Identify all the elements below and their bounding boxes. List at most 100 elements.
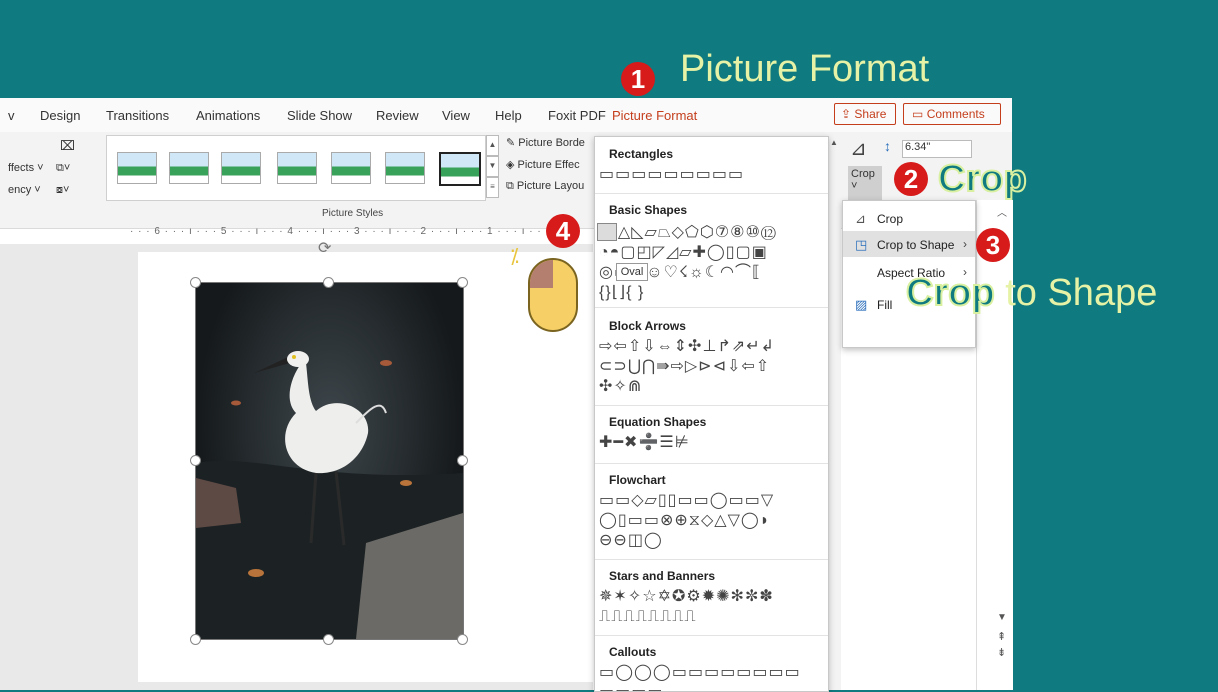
share-label: Share xyxy=(854,107,887,121)
separator xyxy=(595,635,828,636)
step-2-label: Crop xyxy=(937,157,1028,201)
resize-handle[interactable] xyxy=(190,277,201,288)
horizontal-ruler: · · · 6 · · · ı · · · 5 · · · ı · · · 4 … xyxy=(130,226,569,237)
tab-animations[interactable]: Animations xyxy=(196,108,260,123)
flowchart-shapes[interactable]: ▭▭◇▱▯▯▭▭◯▭▭▽ ◯▯▭▭⊗⊕⧖◇△▽◯◗ ⊖⊖◫◯ xyxy=(599,491,823,551)
resize-handle[interactable] xyxy=(190,455,201,466)
tab-help[interactable]: Help xyxy=(495,108,522,123)
gallery-down-icon[interactable]: ▼ xyxy=(486,156,499,177)
picture-styles-gallery xyxy=(106,135,486,201)
scroll-up-icon[interactable]: ▲ xyxy=(830,138,838,147)
chevron-down-icon: ˅ xyxy=(851,180,858,192)
change-picture-icon[interactable]: ⧉˅ xyxy=(56,162,70,175)
section-equation-shapes: Equation Shapes xyxy=(609,415,707,429)
chevron-right-icon: › xyxy=(963,237,967,251)
tab-review[interactable]: Review xyxy=(376,108,419,123)
crop-to-shape-icon: ◳ xyxy=(855,237,868,252)
block-arrow-shapes[interactable]: ⇨⇦⇧⇩⇔⇕✣⊥↱⇗↵↲ ⊂⊃⋃⋂⇛⇨▷⊳⊲⇩⇦⇧ ✣✧⋒ xyxy=(599,337,823,397)
section-callouts: Callouts xyxy=(609,645,657,659)
separator xyxy=(595,559,828,560)
step-4-badge: 4 xyxy=(546,214,580,248)
tab-partial[interactable]: v xyxy=(8,108,15,123)
resize-handle[interactable] xyxy=(457,634,468,645)
picture-style-thumb[interactable] xyxy=(331,152,371,184)
equation-shapes[interactable]: ✚━✖➗☰⊭ xyxy=(599,433,823,453)
shapes-scrollbar[interactable]: ▲ xyxy=(829,136,841,690)
resize-handle[interactable] xyxy=(190,634,201,645)
stars-and-banners-shapes[interactable]: ✵✶✧☆✡✪⚙✹✺✻✼✽ ⎍⎍⎍⎍⎍⎍⎍⎍ xyxy=(599,587,823,627)
comments-button[interactable]: ▭ Comments xyxy=(903,103,1001,125)
step-3-label: Crop to Shape xyxy=(905,271,1158,315)
section-block-arrows: Block Arrows xyxy=(609,319,686,333)
step-1-badge: 1 xyxy=(621,62,655,96)
share-icon: ⇪ xyxy=(841,107,852,121)
picture-style-thumb[interactable] xyxy=(439,152,481,186)
crop-dropdown-button[interactable]: Crop ˅ xyxy=(848,166,882,200)
click-sparks-icon: ⁒ xyxy=(510,246,519,268)
rotate-handle-icon[interactable]: ⟳ xyxy=(318,238,331,258)
step-1-label: Picture Format xyxy=(680,48,930,90)
rectangles-shapes[interactable]: ▭▭▭▭▭▭▭▭▭ xyxy=(599,165,823,185)
separator xyxy=(595,193,828,194)
gallery-scroll: ▲ ▼ ≡ xyxy=(486,135,499,199)
crop-large-icon[interactable]: ⊿ xyxy=(850,136,867,161)
section-basic-shapes: Basic Shapes xyxy=(609,203,688,217)
picture-style-thumb[interactable] xyxy=(385,152,425,184)
height-field[interactable]: 6.34" xyxy=(902,140,972,158)
ribbon-tabs: v Design Transitions Animations Slide Sh… xyxy=(0,98,1012,133)
resize-handle[interactable] xyxy=(457,455,468,466)
tab-picture-format[interactable]: Picture Format xyxy=(612,108,697,123)
separator xyxy=(595,307,828,308)
picture-layout-button[interactable]: ⧉ Picture Layou xyxy=(506,180,584,193)
picture-style-thumb[interactable] xyxy=(169,152,209,184)
scroll-down-icon[interactable]: ▼ xyxy=(997,612,1007,623)
resize-handle[interactable] xyxy=(457,277,468,288)
section-flowchart: Flowchart xyxy=(609,473,666,487)
effects-icon: ◈ xyxy=(506,159,518,171)
transparency-button[interactable]: ency ˅ xyxy=(8,184,41,196)
tab-slide-show[interactable]: Slide Show xyxy=(287,108,352,123)
oval-tooltip: Oval xyxy=(616,263,648,281)
callout-shapes[interactable]: ▭◯◯◯▭▭▭▭▭▭▭▭ ▭▭▭▭ xyxy=(599,663,823,691)
layout-icon: ⧉ xyxy=(506,180,517,192)
separator xyxy=(595,405,828,406)
comment-icon: ▭ xyxy=(912,107,924,121)
prev-slide-icon[interactable]: ⇞ xyxy=(997,630,1006,643)
reset-picture-icon[interactable]: ⧇˅ xyxy=(56,184,69,197)
gallery-up-icon[interactable]: ▲ xyxy=(486,135,499,156)
gallery-more-icon[interactable]: ≡ xyxy=(486,177,499,198)
egret-photo[interactable] xyxy=(195,282,464,640)
tab-view[interactable]: View xyxy=(442,108,470,123)
collapse-icon[interactable]: ︿ xyxy=(997,204,1007,219)
oval-shape-selected[interactable] xyxy=(597,223,617,241)
fill-icon: ▨ xyxy=(855,297,868,312)
separator xyxy=(595,463,828,464)
artistic-effects-button[interactable]: ffects ˅ xyxy=(8,162,44,174)
share-button[interactable]: ⇪ Share xyxy=(834,103,896,125)
next-slide-icon[interactable]: ⇟ xyxy=(997,646,1006,659)
comments-label: Comments xyxy=(926,107,985,121)
compress-pictures-icon[interactable]: ⌧ xyxy=(60,138,75,154)
height-icon: ↕ xyxy=(884,138,891,154)
crop-icon: ⊿ xyxy=(855,211,866,226)
egret-illustration xyxy=(196,351,463,639)
picture-styles-label: Picture Styles xyxy=(322,208,384,219)
picture-style-thumb[interactable] xyxy=(277,152,317,184)
picture-style-thumb[interactable] xyxy=(117,152,157,184)
tab-foxit-pdf[interactable]: Foxit PDF xyxy=(548,108,606,123)
resize-handle[interactable] xyxy=(323,277,334,288)
tab-design[interactable]: Design xyxy=(40,108,80,123)
picture-border-button[interactable]: ✎ Picture Borde xyxy=(506,136,585,149)
shapes-gallery: Rectangles ▭▭▭▭▭▭▭▭▭ Basic Shapes ◯△◺▱⏢◇… xyxy=(594,136,829,692)
mouse-click-icon xyxy=(528,258,578,332)
tab-transitions[interactable]: Transitions xyxy=(106,108,169,123)
step-3-badge: 3 xyxy=(976,228,1010,262)
menu-item-crop[interactable]: ⊿ Crop xyxy=(843,205,975,231)
section-stars-and-banners: Stars and Banners xyxy=(609,569,716,583)
step-2-badge: 2 xyxy=(894,162,928,196)
picture-style-thumb[interactable] xyxy=(221,152,261,184)
pen-icon: ✎ xyxy=(506,137,519,149)
picture-effects-button[interactable]: ◈ Picture Effec xyxy=(506,158,580,171)
menu-item-crop-to-shape[interactable]: ◳ Crop to Shape › xyxy=(843,231,975,257)
resize-handle[interactable] xyxy=(323,634,334,645)
